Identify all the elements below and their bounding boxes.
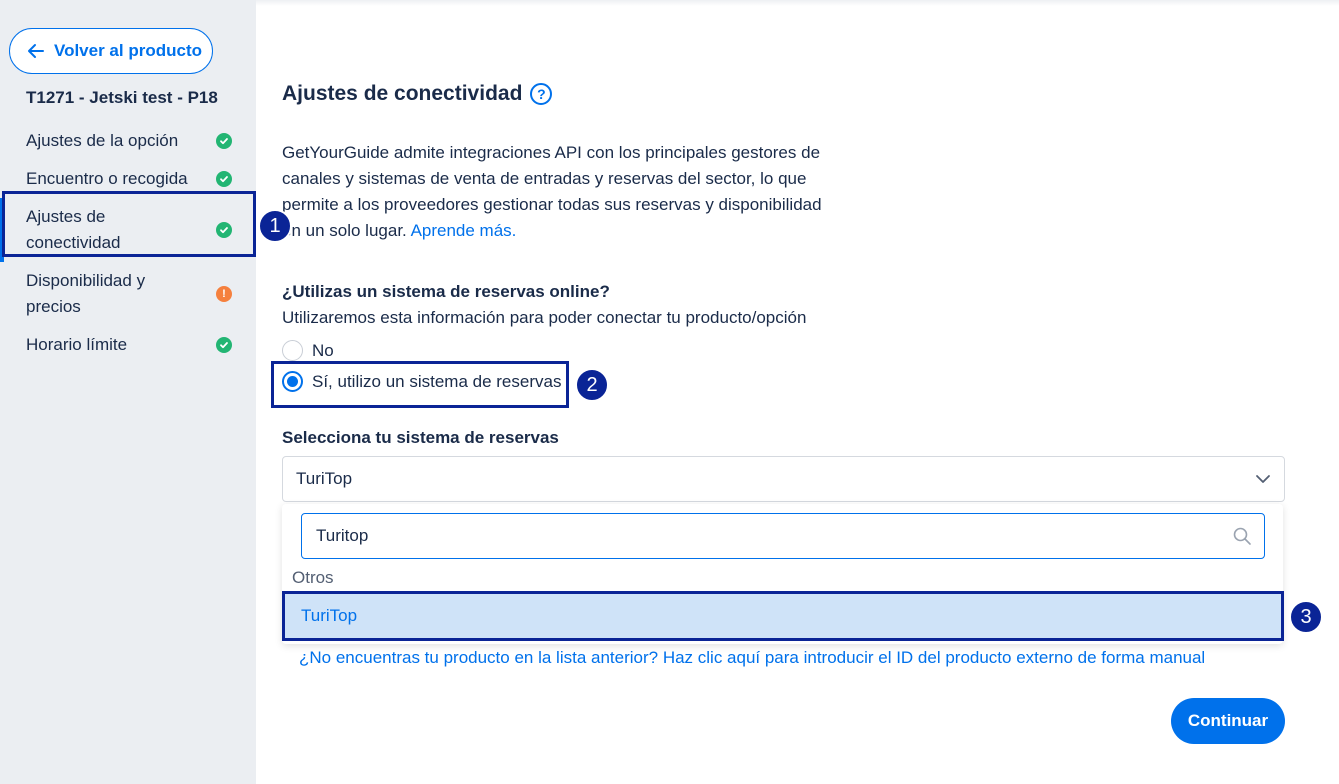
booking-system-dropdown: Turitop Otros TuriTop [282,504,1283,644]
help-icon[interactable]: ? [530,83,553,105]
annotation-badge-3: 3 [1289,600,1323,634]
sidebar-item-availability-pricing[interactable]: Disponibilidad y precios ! [0,262,256,326]
check-circle-icon [216,337,232,353]
manual-product-id-link[interactable]: ¿No encuentras tu producto en la lista a… [299,648,1205,668]
annotation-badge-2: 2 [575,368,609,402]
sidebar-nav: Ajustes de la opción Encuentro o recogid… [0,122,256,364]
intro-text: GetYourGuide admite integraciones API co… [282,143,822,240]
check-circle-icon [216,222,232,238]
warning-circle-icon: ! [216,286,232,302]
radio-option-no[interactable]: No [282,340,334,361]
sidebar-item-connectivity-settings[interactable]: Ajustes de conectividad [0,198,256,262]
sidebar-item-label: Horario límite [26,335,128,354]
page-title: Ajustes de conectividad ? [282,82,553,106]
booking-system-question-hint: Utilizaremos esta información para poder… [282,308,807,327]
learn-more-link[interactable]: Aprende más. [411,221,517,240]
annotation-badge-1: 1 [258,209,292,243]
booking-system-question: ¿Utilizas un sistema de reservas online? [282,282,610,301]
top-shadow [256,0,1339,6]
sidebar-item-label: Encuentro o recogida [26,169,188,188]
select-booking-system-label: Selecciona tu sistema de reservas [282,428,559,447]
check-circle-icon [216,133,232,149]
dropdown-search-input[interactable]: Turitop [301,513,1265,559]
dropdown-option-turitop[interactable]: TuriTop [284,594,1281,638]
arrow-left-icon [28,44,44,58]
radio-label: Sí, utilizo un sistema de reservas [312,371,562,391]
sidebar-item-label: Ajustes de conectividad [26,207,121,252]
back-button-label: Volver al producto [54,41,202,60]
radio-option-yes[interactable]: Sí, utilizo un sistema de reservas [282,371,561,392]
radio-button-checked[interactable] [282,371,303,392]
sidebar: Volver al producto T1271 - Jetski test -… [0,0,256,784]
page-title-text: Ajustes de conectividad [282,82,523,105]
sidebar-item-label: Ajustes de la opción [26,131,179,150]
dropdown-group-label: Otros [292,568,334,587]
booking-system-select[interactable]: TuriTop [282,456,1285,502]
intro-paragraph: GetYourGuide admite integraciones API co… [282,140,827,244]
sidebar-item-label: Disponibilidad y precios [26,271,146,316]
continue-button[interactable]: Continuar [1171,698,1285,744]
product-title: T1271 - Jetski test - P18 [26,88,218,107]
sidebar-item-cutoff-time[interactable]: Horario límite [0,326,256,364]
chevron-down-icon [1256,475,1270,483]
search-value: Turitop [316,526,369,545]
radio-label: No [312,340,334,360]
check-circle-icon [216,171,232,187]
search-icon [1233,527,1251,545]
sidebar-item-option-settings[interactable]: Ajustes de la opción [0,122,256,160]
sidebar-item-meeting-pickup[interactable]: Encuentro o recogida [0,160,256,198]
radio-button[interactable] [282,340,303,361]
back-to-product-button[interactable]: Volver al producto [9,28,213,74]
select-value: TuriTop [296,469,353,488]
